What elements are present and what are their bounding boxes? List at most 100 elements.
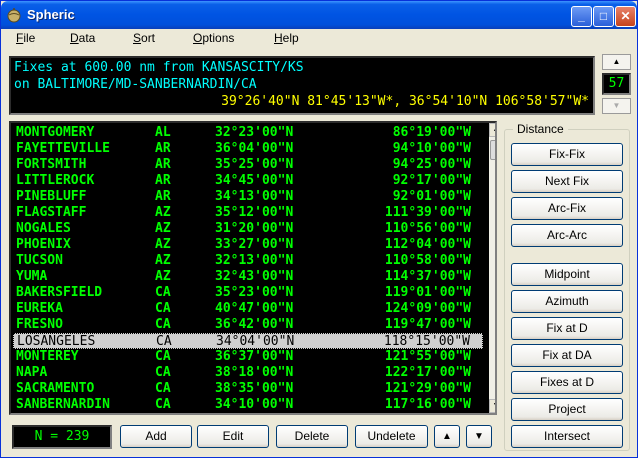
fix-city: NAPA [16, 365, 48, 380]
fix-row[interactable]: BAKERSFIELD CA 35°23'00"N 119°01'00"W [13, 285, 483, 301]
fix-fix-button[interactable]: Fix-Fix [511, 143, 623, 166]
fix-city: FAYETTEVILLE [16, 141, 110, 156]
fixes-at-d-button[interactable]: Fixes at D [511, 371, 623, 394]
fix-header-display: Fixes at 600.00 nm from KANSASCITY/KS on… [9, 56, 595, 115]
scroll-up-button[interactable]: ▲ [489, 123, 495, 137]
fix-longitude: 92°01'00"W [392, 189, 471, 204]
fix-row[interactable]: LITTLEROCK AR 34°45'00"N 92°17'00"W [13, 173, 483, 189]
fix-latitude: 32°43'00"N [215, 269, 294, 284]
fix-longitude: 94°25'00"W [392, 157, 471, 172]
menu-data[interactable]: Data [70, 31, 95, 45]
fix-city: BAKERSFIELD [16, 285, 103, 300]
fix-row[interactable]: SACRAMENTO CA 38°35'00"N 121°29'00"W [13, 381, 483, 397]
fix-city: FLAGSTAFF [16, 205, 87, 220]
fix-row[interactable]: MONTGOMERY AL 32°23'00"N 86°19'00"W [13, 125, 483, 141]
fix-row[interactable]: NOGALES AZ 31°20'00"N 110°56'00"W [13, 221, 483, 237]
undelete-button[interactable]: Undelete [355, 425, 428, 448]
menu-help-key: H [274, 31, 283, 45]
menu-sort[interactable]: Sort [133, 31, 155, 45]
fix-row[interactable]: PINEBLUFF AR 34°13'00"N 92°01'00"W [13, 189, 483, 205]
azimuth-button[interactable]: Azimuth [511, 290, 623, 313]
scroll-thumb[interactable] [490, 140, 495, 160]
fix-latitude: 36°42'00"N [215, 317, 294, 332]
intersect-button[interactable]: Intersect [511, 425, 623, 448]
fix-state: CA [155, 285, 171, 300]
fix-row[interactable]: TUCSON AZ 32°13'00"N 110°58'00"W [13, 253, 483, 269]
next-fix-button[interactable]: Next Fix [511, 170, 623, 193]
fix-city: FORTSMITH [16, 157, 87, 172]
menu-sort-key: S [133, 31, 142, 45]
fix-row[interactable]: FORTSMITH AR 35°25'00"N 94°25'00"W [13, 157, 483, 173]
fix-state: CA [155, 301, 171, 316]
scroll-down-button[interactable]: ▼ [489, 399, 495, 413]
fix-longitude: 118°15'00"W [383, 334, 470, 349]
fix-at-da-button[interactable]: Fix at DA [511, 344, 623, 367]
menu-options[interactable]: Options [193, 31, 234, 45]
fix-row[interactable]: PHOENIX AZ 33°27'00"N 112°04'00"W [13, 237, 483, 253]
add-button[interactable]: Add [120, 425, 192, 448]
menu-help[interactable]: Help [274, 31, 299, 45]
fix-row[interactable]: SANBERNARDIN CA 34°10'00"N 117°16'00"W [13, 397, 483, 413]
list-scrollbar[interactable]: ▲ ▼ [489, 123, 495, 413]
fix-longitude: 114°37'00"W [384, 269, 471, 284]
fix-latitude: 38°35'00"N [215, 381, 294, 396]
fix-row[interactable]: LOSANGELES CA 34°04'00"N 118°15'00"W [13, 333, 483, 349]
fix-longitude: 111°39'00"W [384, 205, 471, 220]
title-bar[interactable]: Spheric _ □ ✕ [1, 1, 637, 29]
fix-list[interactable]: ▲ ▼ MONTGOMERYAL32°23'00"N86°19'00"WFAYE… [9, 121, 497, 415]
fix-city: NOGALES [16, 221, 71, 236]
fix-latitude: 34°10'00"N [215, 397, 294, 412]
move-down-button[interactable]: ▼ [466, 425, 492, 448]
fix-row[interactable]: FLAGSTAFF AZ 35°12'00"N 111°39'00"W [13, 205, 483, 221]
fix-latitude: 35°12'00"N [215, 205, 294, 220]
fix-longitude: 110°58'00"W [384, 253, 471, 268]
fix-latitude: 34°04'00"N [216, 334, 295, 349]
fix-longitude: 119°01'00"W [384, 285, 471, 300]
fix-city: FRESNO [16, 317, 63, 332]
arc-fix-button[interactable]: Arc-Fix [511, 197, 623, 220]
arc-arc-button[interactable]: Arc-Arc [511, 224, 623, 247]
fix-latitude: 33°27'00"N [215, 237, 294, 252]
spinner-down-button[interactable]: ▼ [602, 98, 631, 114]
midpoint-button[interactable]: Midpoint [511, 263, 623, 286]
fix-longitude: 119°47'00"W [384, 317, 471, 332]
fix-at-d-button[interactable]: Fix at D [511, 317, 623, 340]
fix-state: CA [155, 381, 171, 396]
fix-state: AZ [155, 221, 171, 236]
fix-row[interactable]: FAYETTEVILLE AR 36°04'00"N 94°10'00"W [13, 141, 483, 157]
edit-button[interactable]: Edit [197, 425, 269, 448]
fix-longitude: 122°17'00"W [384, 365, 471, 380]
minimize-button[interactable]: _ [571, 6, 592, 27]
spinner-up-button[interactable]: ▲ [602, 54, 631, 70]
fix-row[interactable]: NAPA CA 38°18'00"N 122°17'00"W [13, 365, 483, 381]
fix-city: SANBERNARDIN [16, 397, 110, 412]
fix-row[interactable]: MONTEREY CA 36°37'00"N 121°55'00"W [13, 349, 483, 365]
fix-latitude: 32°23'00"N [215, 125, 294, 140]
fix-longitude: 121°55'00"W [384, 349, 471, 364]
delete-button[interactable]: Delete [276, 425, 348, 448]
project-button[interactable]: Project [511, 398, 623, 421]
fix-row[interactable]: EUREKA CA 40°47'00"N 124°09'00"W [13, 301, 483, 317]
fix-longitude: 86°19'00"W [392, 125, 471, 140]
fix-longitude: 121°29'00"W [384, 381, 471, 396]
fix-city: EUREKA [16, 301, 63, 316]
fix-city: MONTGOMERY [16, 125, 95, 140]
fix-state: AR [155, 189, 171, 204]
fix-row[interactable]: FRESNO CA 36°42'00"N 119°47'00"W [13, 317, 483, 333]
fix-latitude: 35°25'00"N [215, 157, 294, 172]
menu-file[interactable]: File [16, 31, 35, 45]
close-button[interactable]: ✕ [615, 6, 636, 27]
fix-row[interactable]: YUMA AZ 32°43'00"N 114°37'00"W [13, 269, 483, 285]
fix-state: AR [155, 157, 171, 172]
fix-longitude: 112°04'00"W [384, 237, 471, 252]
fix-state: AR [155, 173, 171, 188]
record-count: N = 239 [12, 425, 112, 449]
move-up-button[interactable]: ▲ [434, 425, 460, 448]
fix-city: PINEBLUFF [16, 189, 87, 204]
fix-state: CA [155, 349, 171, 364]
fix-state: AZ [155, 237, 171, 252]
maximize-button[interactable]: □ [593, 6, 614, 27]
distance-legend: Distance [513, 122, 568, 136]
menu-help-label: elp [282, 31, 299, 45]
menu-bar: File Data Sort Options Help [1, 29, 637, 49]
